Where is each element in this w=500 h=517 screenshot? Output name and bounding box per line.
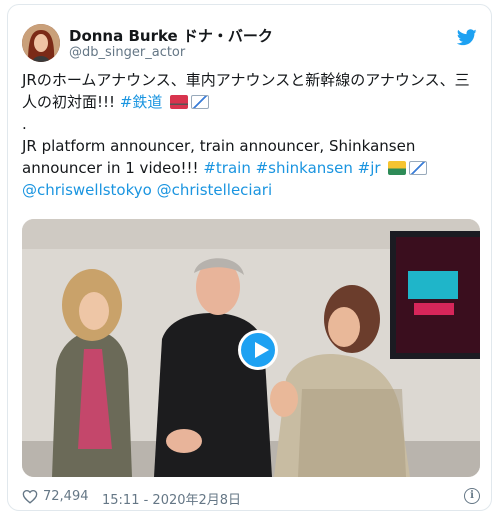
mention-christelleciari[interactable]: @christelleciari: [157, 181, 273, 199]
tweet-card[interactable]: Donna Burke ドナ・バーク @db_singer_actor JRのホ…: [7, 4, 492, 511]
shinkansen-emoji-icon: [191, 95, 210, 109]
hashtag-train[interactable]: #train: [203, 159, 250, 177]
avatar-portrait: [22, 24, 60, 62]
like-count[interactable]: 72,494: [43, 489, 89, 504]
hashtag-shinkansen[interactable]: #shinkansen: [256, 159, 353, 177]
mention-chriswellstokyo[interactable]: @chriswellstokyo: [22, 181, 152, 199]
train-emoji-icon: [170, 95, 189, 109]
play-button[interactable]: [238, 330, 278, 370]
tweet-line-english: JR platform announcer, train announcer, …: [22, 135, 480, 201]
twitter-bird-icon[interactable]: [457, 29, 477, 46]
hashtag-jr[interactable]: #jr: [358, 159, 381, 177]
tweet-timestamp[interactable]: 15:11 - 2020年2月8日: [102, 489, 241, 508]
info-icon[interactable]: i: [464, 488, 480, 504]
video-player[interactable]: [22, 219, 480, 477]
tweet-footer: 72,494 15:11 - 2020年2月8日 i: [22, 488, 480, 508]
tweet-line-japanese: JRのホームアナウンス、車内アナウンスと新幹線のアナウンス、三人の初対面!!! …: [22, 69, 480, 113]
author-display-name[interactable]: Donna Burke ドナ・バーク: [69, 25, 273, 46]
avatar[interactable]: [22, 24, 60, 62]
jr-train-emoji-icon: [388, 161, 407, 175]
heart-icon[interactable]: [22, 489, 38, 504]
hashtag-tetsudo[interactable]: #鉄道: [120, 93, 163, 111]
shinkansen-emoji-icon: [409, 161, 428, 175]
tweet-text: JRのホームアナウンス、車内アナウンスと新幹線のアナウンス、三人の初対面!!! …: [22, 69, 480, 201]
tweet-dot: .: [22, 115, 27, 133]
author-handle[interactable]: @db_singer_actor: [69, 45, 185, 60]
tweet-japanese-text: JRのホームアナウンス、車内アナウンスと新幹線のアナウンス、三人の初対面!!!: [22, 71, 470, 111]
